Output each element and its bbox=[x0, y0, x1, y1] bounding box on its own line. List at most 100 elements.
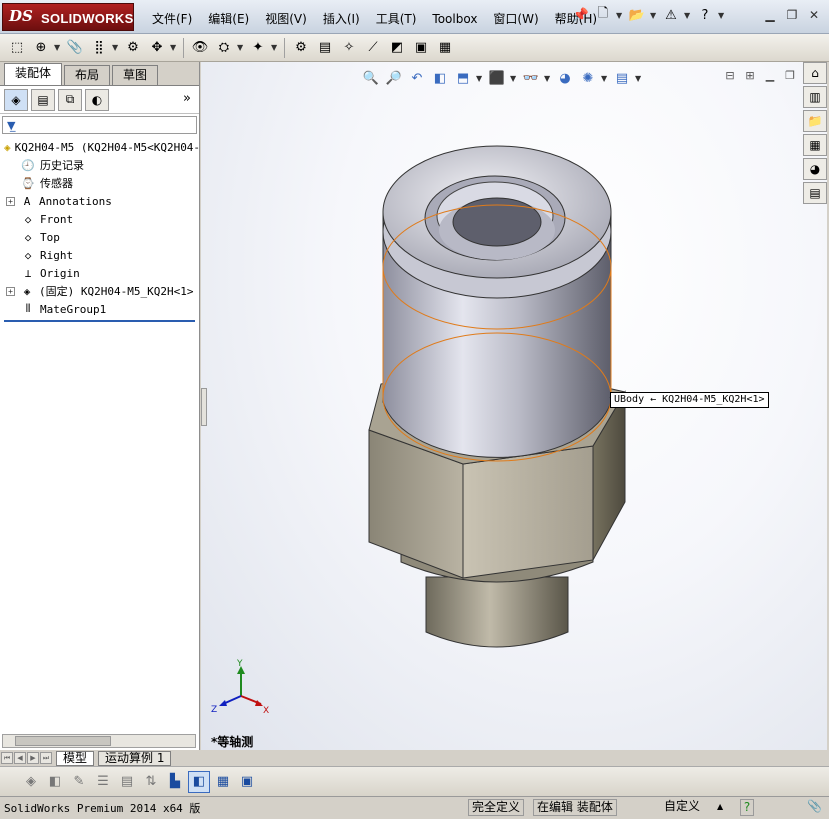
solidworks-logo[interactable]: DS SOLIDWORKS bbox=[2, 3, 134, 31]
tree-node[interactable]: + ◈ (固定) KQ2H04-M5_KQ2H<1> bbox=[0, 282, 199, 300]
tab-model[interactable]: 模型 bbox=[56, 750, 95, 766]
bottom-tool-3-icon[interactable]: ✎ bbox=[68, 771, 90, 793]
help-dropdown-icon[interactable]: ▼ bbox=[718, 11, 726, 20]
bottom-toolbar: ◈ ◧ ✎ ☰ ▤ ⇅ ▙ ◧ ▦ ▣ bbox=[0, 766, 829, 796]
help-icon[interactable]: ? bbox=[696, 6, 714, 24]
tree-filter[interactable]: ▼̲ bbox=[2, 116, 197, 134]
tree-horizontal-scrollbar[interactable] bbox=[2, 734, 196, 748]
reference-geometry-icon[interactable]: ✦ bbox=[247, 37, 269, 59]
new-component-icon[interactable]: ⬚ bbox=[6, 37, 28, 59]
bottom-tool-1-icon[interactable]: ◈ bbox=[20, 771, 42, 793]
prev-tab-icon[interactable]: ◀ bbox=[14, 752, 26, 764]
scrollbar-thumb[interactable] bbox=[15, 736, 111, 746]
linear-pattern-icon[interactable]: ⣿ bbox=[88, 37, 110, 59]
custom-properties-icon[interactable]: ▤ bbox=[803, 182, 827, 204]
tree-node-label: MateGroup1 bbox=[40, 302, 107, 316]
design-library-icon[interactable]: ▥ bbox=[803, 86, 827, 108]
instant3d-icon[interactable]: ▣ bbox=[410, 37, 432, 59]
new-dropdown-icon[interactable]: ▼ bbox=[616, 11, 624, 20]
next-tab-icon[interactable]: ▶ bbox=[27, 752, 39, 764]
insert-component-icon[interactable]: ⊕ bbox=[30, 37, 52, 59]
expand-icon[interactable]: + bbox=[6, 196, 15, 206]
tree-node[interactable]: ⫴ MateGroup1 bbox=[0, 300, 199, 318]
insert-dropdown-icon[interactable]: ▼ bbox=[54, 43, 62, 52]
title-bar: DS SOLIDWORKS 文件(F) 编辑(E) 视图(V) 插入(I) 工具… bbox=[0, 0, 829, 34]
tree-node[interactable]: ◇ Right bbox=[0, 246, 199, 264]
rebuild-warning-icon[interactable]: ⚠ bbox=[662, 6, 680, 24]
menu-tools[interactable]: 工具(T) bbox=[368, 10, 425, 28]
main-toolbar: ⬚ ⊕ ▼ 📎 ⣿ ▼ ⚙ ✥ ▼ 👁 ⛭ ▼ ✦ ▼ ⚙ ▤ ✧ ⟋ ◩ ▣ … bbox=[0, 34, 829, 62]
bottom-tool-4-icon[interactable]: ☰ bbox=[92, 771, 114, 793]
report-icon[interactable]: ▣ bbox=[236, 771, 258, 793]
tab-motion-study[interactable]: 运动算例 1 bbox=[98, 750, 172, 766]
tree-node[interactable]: ⌚ 传感器 bbox=[0, 174, 199, 192]
view-palette-icon[interactable]: ▦ bbox=[803, 134, 827, 156]
tree-node[interactable]: 🕘 历史记录 bbox=[0, 156, 199, 174]
bottom-tool-5-icon[interactable]: ▤ bbox=[116, 771, 138, 793]
smart-fasteners-icon[interactable]: ⚙ bbox=[122, 37, 144, 59]
interference-icon[interactable]: ◩ bbox=[386, 37, 408, 59]
model-view-icon[interactable]: ◧ bbox=[188, 770, 210, 793]
property-manager-icon[interactable]: ▤ bbox=[31, 88, 55, 111]
snapshot-icon[interactable]: ▦ bbox=[434, 37, 456, 59]
bottom-tool-6-icon[interactable]: ⇅ bbox=[140, 771, 162, 793]
minimize-icon[interactable]: ▁ bbox=[761, 8, 779, 24]
tree-items: 🕘 历史记录 ⌚ 传感器 + A Annotations ◇ Front ◇ Top ◇ Right ⊥ O… bbox=[0, 156, 199, 318]
feature-manager-panel: 装配体 布局 草图 ◈ ▤ ⧉ ◐ » ▼̲ ◈ KQ2H04-M5 (KQ2H… bbox=[0, 62, 200, 750]
show-hidden-icon[interactable]: 👁 bbox=[189, 37, 211, 59]
status-help-icon[interactable]: ? bbox=[740, 799, 754, 816]
menu-insert[interactable]: 插入(I) bbox=[315, 10, 368, 28]
tree-root[interactable]: ◈ KQ2H04-M5 (KQ2H04-M5<KQ2H04- bbox=[0, 138, 199, 156]
display-manager-icon[interactable]: ◐ bbox=[85, 88, 109, 111]
assembly-features-icon[interactable]: ⛭ bbox=[213, 37, 235, 59]
features-dropdown-icon[interactable]: ▼ bbox=[237, 43, 245, 52]
first-tab-icon[interactable]: ⏮ bbox=[1, 752, 13, 764]
graphics-area[interactable]: 🔍 🔎 ↶ ◧ ⬒ ▼ ⬛ ▼ 👓 ▼ ◕ ✺ ▼ ▤ ▼ ⊟ ⊞ ▁ ❐ ✕ bbox=[201, 62, 827, 750]
tree-node[interactable]: + A Annotations bbox=[0, 192, 199, 210]
status-units-arrow[interactable]: ▲ bbox=[714, 799, 726, 816]
mate-icon[interactable]: 📎 bbox=[64, 37, 86, 59]
open-folder-icon[interactable]: 📂 bbox=[628, 6, 646, 24]
expand-icon[interactable]: + bbox=[6, 286, 15, 296]
menu-toolbox[interactable]: Toolbox bbox=[424, 10, 485, 28]
rebuild-dropdown-icon[interactable]: ▼ bbox=[684, 11, 692, 20]
bottom-tool-2-icon[interactable]: ◧ bbox=[44, 771, 66, 793]
panel-more-icon[interactable]: » bbox=[183, 91, 191, 106]
tree-node[interactable]: ⊥ Origin bbox=[0, 264, 199, 282]
menu-file[interactable]: 文件(F) bbox=[144, 10, 200, 28]
status-edit-mode: 在编辑 装配体 bbox=[533, 799, 617, 816]
clip-icon[interactable]: 📎 bbox=[804, 799, 825, 816]
file-explorer-icon[interactable]: 📁 bbox=[803, 110, 827, 132]
menu-window[interactable]: 窗口(W) bbox=[485, 10, 546, 28]
axis-x-label: X bbox=[263, 706, 269, 716]
pin-icon[interactable]: 📌 bbox=[572, 6, 590, 24]
tab-assembly[interactable]: 装配体 bbox=[4, 63, 63, 85]
close-icon[interactable]: ✕ bbox=[805, 8, 823, 24]
configuration-manager-icon[interactable]: ⧉ bbox=[58, 88, 82, 111]
exploded-view-icon[interactable]: ✧ bbox=[338, 37, 360, 59]
tree-node[interactable]: ◇ Top bbox=[0, 228, 199, 246]
explode-line-icon[interactable]: ⟋ bbox=[362, 37, 384, 59]
solidworks-resources-icon[interactable]: ⌂ bbox=[803, 62, 827, 84]
tree-node[interactable]: ◇ Front bbox=[0, 210, 199, 228]
appearances-icon[interactable]: ◕ bbox=[803, 158, 827, 180]
open-dropdown-icon[interactable]: ▼ bbox=[650, 11, 658, 20]
chart-icon[interactable]: ▙ bbox=[164, 771, 186, 793]
move-dropdown-icon[interactable]: ▼ bbox=[170, 43, 178, 52]
restore-icon[interactable]: ❐ bbox=[783, 8, 801, 24]
tab-sketch[interactable]: 草图 bbox=[112, 65, 159, 85]
new-motion-study-icon[interactable]: ⚙ bbox=[290, 37, 312, 59]
table-view-icon[interactable]: ▦ bbox=[212, 771, 234, 793]
reference-dropdown-icon[interactable]: ▼ bbox=[271, 43, 279, 52]
rollback-bar[interactable] bbox=[4, 320, 195, 322]
bill-of-materials-icon[interactable]: ▤ bbox=[314, 37, 336, 59]
feature-manager-icon[interactable]: ◈ bbox=[4, 88, 28, 111]
menu-view[interactable]: 视图(V) bbox=[257, 10, 315, 28]
new-document-icon[interactable]: 🗋 bbox=[594, 6, 612, 24]
last-tab-icon[interactable]: ⏭ bbox=[40, 752, 52, 764]
move-component-icon[interactable]: ✥ bbox=[146, 37, 168, 59]
status-bar: SolidWorks Premium 2014 x64 版 完全定义 在编辑 装… bbox=[0, 796, 829, 819]
pattern-dropdown-icon[interactable]: ▼ bbox=[112, 43, 120, 52]
menu-edit[interactable]: 编辑(E) bbox=[200, 10, 257, 28]
tab-layout[interactable]: 布局 bbox=[64, 65, 111, 85]
